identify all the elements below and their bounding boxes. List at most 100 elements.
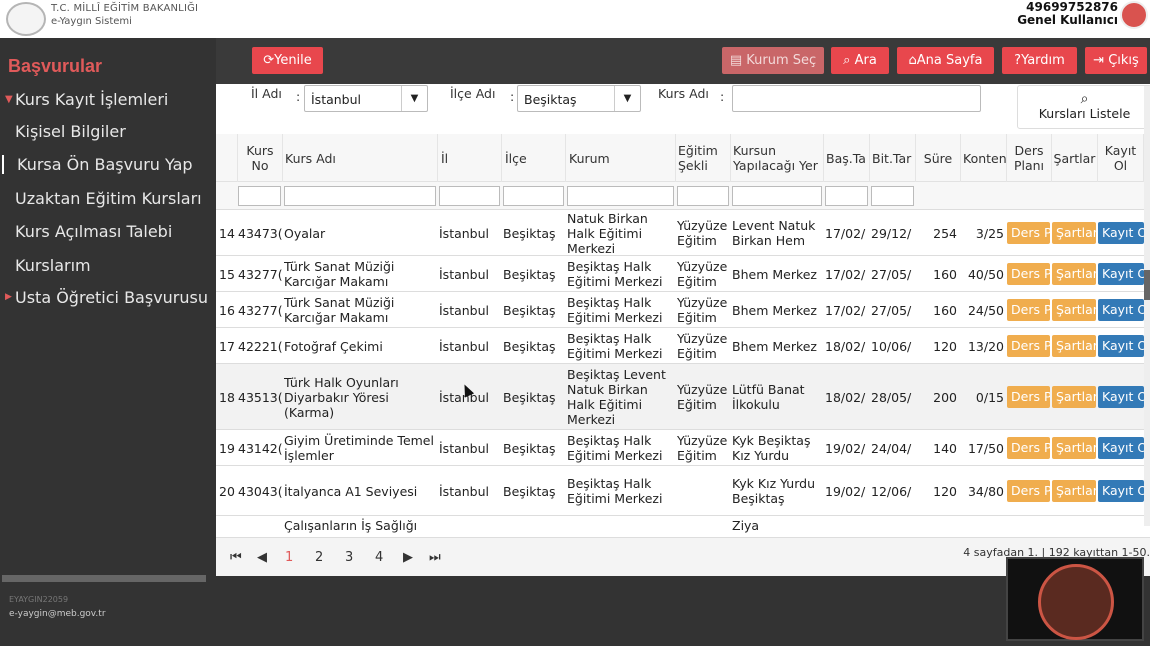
sidebar-scrollbar[interactable] bbox=[2, 575, 206, 582]
cell-idx: 14 bbox=[219, 225, 235, 241]
sidebar-item-kurslarim[interactable]: Kurslarım bbox=[15, 256, 91, 275]
cell-sure: 160 bbox=[933, 266, 957, 282]
filter-bitis[interactable] bbox=[871, 186, 914, 206]
cell-kurum: Beşiktaş Halk Eğitimi Merkezi bbox=[567, 476, 663, 506]
ders-plani-button[interactable]: Ders P bbox=[1007, 335, 1050, 357]
filter-ilce[interactable] bbox=[503, 186, 564, 206]
course-name-input[interactable] bbox=[732, 85, 981, 112]
page-scrollbar[interactable] bbox=[1144, 86, 1150, 526]
col-sure[interactable]: Süre bbox=[916, 134, 961, 182]
cell-ilce: Beşiktaş bbox=[503, 483, 556, 499]
sartlar-button[interactable]: Şartlar bbox=[1052, 263, 1096, 285]
col-ilce[interactable]: İlçe bbox=[502, 134, 566, 182]
table-row[interactable]: 16 43277(Türk Sanat Müziği Karcığar Makam… bbox=[216, 292, 1150, 328]
table-row[interactable]: 20 43043(İtalyanca A1 Seviyesi İstanbul Beş… bbox=[216, 466, 1150, 516]
kayit-ol-button[interactable]: Kayıt O bbox=[1098, 480, 1144, 502]
col-kurs-no[interactable]: Kurs No bbox=[238, 134, 283, 182]
col-ders-plani: Ders Planı bbox=[1007, 134, 1052, 182]
page-scrollbar-thumb[interactable] bbox=[1144, 270, 1150, 300]
sartlar-button[interactable]: Şartlar bbox=[1052, 222, 1096, 244]
kayit-ol-button[interactable]: Kayıt O bbox=[1098, 299, 1144, 321]
cell-kontenjan: 13/20 bbox=[967, 338, 1004, 354]
select-institution-button[interactable]: ▤ Kurum Seç bbox=[722, 47, 824, 74]
col-kontenjan[interactable]: Konten bbox=[961, 134, 1007, 182]
logout-button[interactable]: ⇥ Çıkış bbox=[1085, 47, 1147, 74]
cell-bas: 18/02/ bbox=[825, 338, 866, 354]
footer-email[interactable]: e-yaygin@meb.gov.tr bbox=[9, 609, 106, 619]
il-select[interactable]: İstanbul ▼ bbox=[304, 85, 428, 112]
help-button[interactable]: ? Yardım bbox=[1002, 47, 1077, 74]
cell-no: 43142( bbox=[238, 440, 283, 456]
col-bitis[interactable]: Bit.Tar bbox=[870, 134, 916, 182]
ders-plani-button[interactable]: Ders P bbox=[1007, 299, 1050, 321]
sidebar-item-kurs-acilmasi[interactable]: Kurs Açılması Talebi bbox=[15, 222, 172, 241]
home-button[interactable]: ⌂ Ana Sayfa bbox=[897, 47, 994, 74]
cell-ilce: Beşiktaş bbox=[503, 440, 556, 456]
table-row[interactable]: 15 43277(Türk Sanat Müziği Karcığar Makam… bbox=[216, 256, 1150, 292]
last-page-icon[interactable]: ⏭ bbox=[429, 550, 441, 565]
cell-name: Çalışanların İş Sağlığı bbox=[284, 518, 418, 533]
first-page-icon[interactable]: ⏮ bbox=[230, 550, 242, 565]
table-row[interactable]: 14 43473(Oyalar İstanbul Beşiktaş Natuk Birk… bbox=[216, 210, 1150, 256]
table-row[interactable]: 18 43513(Türk Halk Oyunları Diyarbakır Yö… bbox=[216, 364, 1150, 430]
sartlar-button[interactable]: Şartlar bbox=[1052, 480, 1096, 502]
refresh-button[interactable]: ⟳ Yenile bbox=[252, 47, 323, 74]
col-yapilacagi-yer[interactable]: Kursun Yapılacağı Yer bbox=[731, 134, 824, 182]
col-egitim-sekli[interactable]: Eğitim Şekli bbox=[676, 134, 731, 182]
sidebar-item-kurs-kayit[interactable]: ▼ Kurs Kayıt İşlemleri bbox=[5, 90, 168, 109]
ders-plani-button[interactable]: Ders P bbox=[1007, 480, 1050, 502]
cell-idx: 18 bbox=[219, 389, 235, 405]
col-kurs-adi[interactable]: Kurs Adı bbox=[283, 134, 438, 182]
cell-kontenjan: 40/50 bbox=[967, 266, 1004, 282]
next-page-icon[interactable]: ▶ bbox=[403, 550, 413, 565]
ilce-select-value: Beşiktaş bbox=[524, 92, 577, 107]
sidebar-item-uzaktan-egitim[interactable]: Uzaktan Eğitim Kursları bbox=[15, 189, 202, 208]
ders-plani-button[interactable]: Ders P bbox=[1007, 386, 1050, 408]
cell-kontenjan: 0/15 bbox=[975, 389, 1004, 405]
cell-name: İtalyanca A1 Seviyesi bbox=[284, 483, 418, 499]
page-4-button[interactable]: 4 bbox=[375, 550, 383, 565]
ilce-select[interactable]: Beşiktaş ▼ bbox=[517, 85, 641, 112]
user-avatar-icon[interactable] bbox=[1120, 1, 1148, 29]
col-il[interactable]: İl bbox=[438, 134, 502, 182]
cell-kontenjan: 17/50 bbox=[967, 440, 1004, 456]
page-1-button[interactable]: 1 bbox=[285, 550, 293, 565]
ders-plani-button[interactable]: Ders P bbox=[1007, 437, 1050, 459]
cell-bas: 18/02/ bbox=[825, 389, 866, 405]
prev-page-icon[interactable]: ◀ bbox=[257, 550, 267, 565]
kayit-ol-button[interactable]: Kayıt O bbox=[1098, 437, 1144, 459]
cell-kurum: Beşiktaş Levent Natuk Birkan Halk Eğitim… bbox=[567, 367, 666, 427]
filter-egitim-sekli[interactable] bbox=[677, 186, 729, 206]
sartlar-button[interactable]: Şartlar bbox=[1052, 437, 1096, 459]
table-row[interactable]: 19 43142(Giyim Üretiminde Temel İşlemler İ… bbox=[216, 430, 1150, 466]
logout-label: Çıkış bbox=[1108, 53, 1139, 68]
kayit-ol-button[interactable]: Kayıt O bbox=[1098, 222, 1144, 244]
sartlar-button[interactable]: Şartlar bbox=[1052, 299, 1096, 321]
filter-baslangic[interactable] bbox=[825, 186, 868, 206]
search-button[interactable]: ⌕ Ara bbox=[831, 47, 889, 74]
filter-il[interactable] bbox=[439, 186, 500, 206]
filter-kurs-adi[interactable] bbox=[284, 186, 436, 206]
list-courses-button[interactable]: ⌕ Kursları Listele bbox=[1017, 85, 1150, 129]
sartlar-button[interactable]: Şartlar bbox=[1052, 386, 1096, 408]
ders-plani-button[interactable]: Ders P bbox=[1007, 263, 1050, 285]
sartlar-button[interactable]: Şartlar bbox=[1052, 335, 1096, 357]
page-2-button[interactable]: 2 bbox=[315, 550, 323, 565]
page-3-button[interactable]: 3 bbox=[345, 550, 353, 565]
col-kurum[interactable]: Kurum bbox=[566, 134, 676, 182]
sidebar-item-on-basvuru[interactable]: Kursa Ön Başvuru Yap bbox=[2, 155, 193, 174]
sidebar-item-kisisel-bilgiler[interactable]: Kişisel Bilgiler bbox=[15, 122, 126, 141]
ders-plani-button[interactable]: Ders P bbox=[1007, 222, 1050, 244]
sidebar-item-usta-ogretici[interactable]: ▶ Usta Öğretici Başvurusu bbox=[5, 288, 208, 307]
kayit-ol-button[interactable]: Kayıt O bbox=[1098, 335, 1144, 357]
col-baslangic[interactable]: Baş.Ta bbox=[824, 134, 870, 182]
kayit-ol-button[interactable]: Kayıt O bbox=[1098, 386, 1144, 408]
filter-kurum[interactable] bbox=[567, 186, 674, 206]
cell-no: 43277( bbox=[238, 266, 283, 282]
cell-name: Fotoğraf Çekimi bbox=[284, 338, 383, 354]
cell-bit: 24/04/ bbox=[871, 440, 912, 456]
kayit-ol-button[interactable]: Kayıt O bbox=[1098, 263, 1144, 285]
table-row[interactable]: 17 42221(Fotoğraf Çekimi İstanbul Beşiktaş B… bbox=[216, 328, 1150, 364]
filter-yer[interactable] bbox=[732, 186, 822, 206]
filter-kurs-no[interactable] bbox=[238, 186, 281, 206]
